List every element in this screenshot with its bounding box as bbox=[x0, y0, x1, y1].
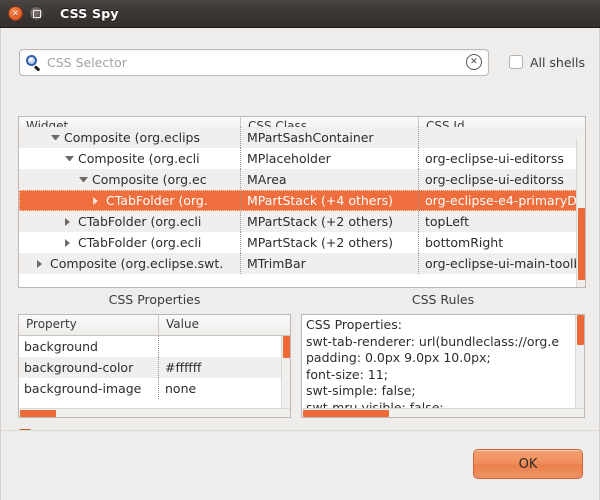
tree-cell-css-id: topLeft bbox=[425, 214, 470, 229]
tree-rows: Composite (org.eclips MPartSashContainer C… bbox=[19, 127, 585, 277]
tree-cell-css-id: org-eclipse-ui-editorss bbox=[425, 151, 564, 166]
properties-rows: background background-color #ffffff backgro… bbox=[19, 336, 290, 399]
properties-column-property[interactable]: Property bbox=[19, 315, 159, 335]
tree-cell-css-class: MPartStack (+4 others) bbox=[241, 190, 419, 211]
tree-cell-css-id: org-eclipse-ui-main-toolb bbox=[425, 256, 582, 271]
tree-widget-label: Composite (org.eclips bbox=[64, 130, 200, 145]
tree-widget-label: CTabFolder (org. bbox=[106, 193, 208, 208]
tree-widget-label: CTabFolder (org.ecli bbox=[78, 214, 202, 229]
all-shells-label: All shells bbox=[529, 54, 586, 70]
properties-horizontal-scrollbar[interactable] bbox=[19, 408, 290, 417]
all-shells-box[interactable] bbox=[508, 55, 523, 69]
table-row[interactable]: Composite (org.ec MArea org-eclipse-ui-edi… bbox=[19, 169, 585, 190]
css-rules-label: CSS Rules bbox=[411, 292, 475, 307]
table-row[interactable]: CTabFolder (org. MPartStack (+4 others) or… bbox=[19, 190, 585, 211]
properties-column-value[interactable]: Value bbox=[159, 315, 290, 335]
chevron-down-icon[interactable] bbox=[65, 156, 74, 161]
tree-cell-css-id: bottomRight bbox=[425, 235, 504, 250]
tree-widget-label: CTabFolder (org.ecli bbox=[78, 235, 202, 250]
chevron-right-icon[interactable] bbox=[65, 217, 74, 226]
chevron-down-icon[interactable] bbox=[79, 177, 88, 182]
tree-cell-widget: Composite (org.ec bbox=[19, 169, 241, 190]
table-row[interactable]: CTabFolder (org.ecli MPartStack (+2 other… bbox=[19, 232, 585, 253]
table-row[interactable]: Composite (org.eclips MPartSashContainer bbox=[19, 127, 585, 148]
chevron-right-icon[interactable] bbox=[65, 238, 74, 247]
close-icon[interactable] bbox=[8, 6, 23, 21]
property-value-cell: #ffffff bbox=[165, 360, 202, 375]
widget-tree[interactable]: Widget CSS Class CSS Id Composite (org.e… bbox=[18, 116, 586, 288]
property-row[interactable]: background-color #ffffff bbox=[19, 357, 290, 378]
property-value-cell: none bbox=[165, 381, 197, 396]
tree-cell-widget: Composite (org.eclips bbox=[19, 127, 241, 148]
property-row[interactable]: background-image none bbox=[19, 378, 290, 399]
tree-cell-css-class: MPartStack (+2 others) bbox=[241, 211, 419, 232]
maximize-icon[interactable] bbox=[29, 6, 44, 21]
property-row[interactable]: background bbox=[19, 336, 290, 357]
rules-horizontal-scrollbar[interactable] bbox=[302, 408, 584, 417]
property-name-cell: background-image bbox=[19, 378, 159, 399]
window-title: CSS Spy bbox=[60, 6, 119, 21]
search-field[interactable]: ✕ bbox=[19, 48, 489, 76]
search-input[interactable] bbox=[42, 54, 466, 70]
table-row[interactable]: Composite (org.ecli MPlaceholder org-eclip… bbox=[19, 148, 585, 169]
tree-cell-widget: Composite (org.ecli bbox=[19, 148, 241, 169]
tree-cell-css-class: MArea bbox=[241, 169, 419, 190]
clear-icon[interactable]: ✕ bbox=[465, 54, 482, 70]
tree-cell-widget: CTabFolder (org. bbox=[19, 190, 241, 211]
rules-vertical-scrollbar[interactable] bbox=[575, 315, 584, 410]
properties-header: Property Value bbox=[19, 315, 290, 336]
css-spy-window: CSS Spy ✕ All shells Widget CSS Class CS… bbox=[0, 0, 600, 500]
css-rules-text[interactable]: CSS Properties: swt-tab-renderer: url(bu… bbox=[302, 315, 584, 410]
tree-widget-label: Composite (org.eclipse.swt. bbox=[50, 256, 224, 271]
table-row[interactable]: Composite (org.eclipse.swt. MTrimBar org-e… bbox=[19, 253, 585, 274]
tree-cell-css-id: org-eclipse-ui-editorss bbox=[425, 172, 564, 187]
search-row: ✕ All shells bbox=[19, 48, 585, 76]
search-icon bbox=[25, 54, 42, 71]
tree-cell-widget: Composite (org.eclipse.swt. bbox=[19, 253, 241, 274]
ok-button[interactable]: OK bbox=[473, 449, 583, 479]
properties-scroll-thumb[interactable] bbox=[283, 336, 290, 358]
property-name-cell: background bbox=[19, 336, 159, 357]
property-name-cell: background-color bbox=[19, 357, 159, 378]
title-bar: CSS Spy bbox=[0, 0, 600, 28]
css-properties-label: CSS Properties bbox=[108, 292, 201, 307]
all-shells-checkbox[interactable]: All shells bbox=[508, 54, 586, 70]
properties-vertical-scrollbar[interactable] bbox=[281, 336, 290, 408]
property-value-cell bbox=[159, 336, 290, 357]
tree-cell-css-class: MTrimBar bbox=[241, 253, 419, 274]
tree-cell-css-class: MPlaceholder bbox=[241, 148, 419, 169]
rules-scroll-thumb[interactable] bbox=[577, 315, 584, 345]
tree-cell-css-id bbox=[419, 127, 585, 148]
tree-widget-label: Composite (org.ecli bbox=[78, 151, 200, 166]
css-rules-panel[interactable]: CSS Properties: swt-tab-renderer: url(bu… bbox=[301, 314, 585, 418]
tree-scroll-thumb[interactable] bbox=[578, 208, 585, 280]
tree-cell-css-class: MPartSashContainer bbox=[241, 127, 419, 148]
tree-cell-css-class: MPartStack (+2 others) bbox=[241, 232, 419, 253]
tree-vertical-scrollbar[interactable] bbox=[576, 138, 585, 287]
properties-hscroll-thumb[interactable] bbox=[20, 410, 56, 417]
tree-cell-widget: CTabFolder (org.ecli bbox=[19, 211, 241, 232]
tree-widget-label: Composite (org.ec bbox=[92, 172, 207, 187]
table-row[interactable]: CTabFolder (org.ecli MPartStack (+2 other… bbox=[19, 211, 585, 232]
chevron-right-icon[interactable] bbox=[37, 259, 46, 268]
dialog-body: ✕ All shells Widget CSS Class CSS Id Com… bbox=[0, 28, 600, 500]
tree-cell-widget: CTabFolder (org.ecli bbox=[19, 232, 241, 253]
chevron-down-icon[interactable] bbox=[51, 135, 60, 140]
css-properties-table[interactable]: Property Value background background-colo… bbox=[18, 314, 291, 418]
chevron-right-icon[interactable] bbox=[93, 196, 102, 205]
dialog-footer: OK bbox=[1, 430, 599, 500]
rules-hscroll-thumb[interactable] bbox=[303, 410, 389, 417]
tree-cell-css-id: org-eclipse-e4-primaryDa bbox=[425, 193, 585, 208]
